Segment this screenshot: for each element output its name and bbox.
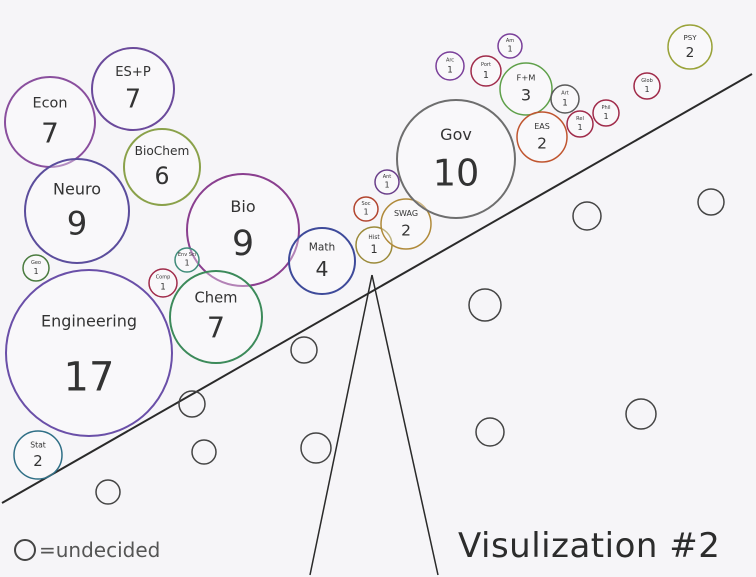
major-bubble-f-m: F+M 3 — [499, 62, 553, 116]
major-label: Engineering — [41, 311, 137, 330]
major-bubble-arc: Arc1 — [435, 51, 465, 81]
major-count: 10 — [433, 152, 480, 195]
major-label: EAS — [534, 122, 550, 131]
major-label: Geo — [31, 260, 41, 266]
major-bubble-stat: Stat 2 — [13, 430, 63, 480]
undecided-circle — [300, 432, 332, 464]
major-count: 2 — [686, 45, 695, 61]
major-label: Chem — [195, 289, 238, 306]
fulcrum-right — [371, 274, 439, 576]
major-label: Comp — [156, 275, 171, 281]
major-count: 1 — [33, 267, 38, 276]
major-label: Soc — [362, 201, 371, 207]
major-bubble-glob: Glob1 — [633, 72, 661, 100]
major-count: 1 — [384, 180, 389, 189]
undecided-circle — [625, 398, 657, 430]
undecided-circle — [191, 439, 217, 465]
major-label: F+M — [517, 73, 536, 83]
major-bubble-math: Math 4 — [288, 227, 356, 295]
major-count: 2 — [537, 134, 547, 152]
major-label: Port — [481, 62, 491, 68]
major-count: 1 — [507, 44, 512, 53]
major-label: Neuro — [53, 179, 101, 198]
major-bubble-es-p: ES+P 7 — [91, 47, 175, 131]
major-bubble-econ: Econ 7 — [4, 76, 96, 168]
major-count: 6 — [155, 162, 170, 190]
major-bubble-psy: PSY 2 — [667, 24, 713, 70]
major-label: Env Sci — [178, 252, 196, 258]
major-bubble-bio: Bio 9 — [186, 173, 300, 287]
major-count: 2 — [401, 221, 411, 239]
major-circle — [5, 269, 173, 437]
diagram-canvas: Econ 7 ES+P 7 BioChem 6 Neuro 9 Bio 9 Geo 1 Engineer… — [0, 0, 756, 577]
major-bubble-neuro: Neuro 9 — [24, 158, 130, 264]
major-label: Bio — [230, 197, 255, 216]
major-bubble-biochem: BioChem 6 — [123, 128, 201, 206]
major-count: 1 — [603, 112, 608, 121]
major-label: Math — [309, 241, 335, 253]
major-count: 1 — [370, 243, 377, 256]
major-label: BioChem — [135, 144, 190, 158]
major-bubble-env-sci: Env Sci1 — [174, 247, 200, 273]
major-label: Arc — [446, 58, 454, 64]
major-bubble-eas: EAS 2 — [516, 111, 568, 163]
major-count: 1 — [644, 85, 649, 94]
seesaw-diagram: Econ7ES+P7BioChem6Neuro9 Bio9Geo1Engineer… — [1, 24, 753, 576]
major-count: 4 — [315, 257, 328, 281]
major-label: Glob — [641, 78, 653, 84]
undecided-circle — [697, 188, 725, 216]
major-count: 1 — [577, 123, 582, 132]
major-count: 1 — [483, 70, 489, 81]
major-count: 9 — [232, 224, 254, 264]
major-label: Stat — [30, 440, 46, 449]
major-count: 1 — [160, 282, 166, 292]
undecided-circle — [475, 417, 505, 447]
major-count: 1 — [562, 98, 568, 108]
major-label: Gov — [440, 125, 472, 144]
major-count: 7 — [207, 312, 225, 345]
major-bubble-port: Port 1 — [470, 55, 502, 87]
major-count: 17 — [64, 354, 115, 400]
major-label: Art — [561, 91, 568, 97]
undecided-legend-icon — [14, 539, 36, 561]
major-bubble-phil: Phil1 — [592, 99, 620, 127]
major-count: 7 — [125, 83, 141, 113]
undecided-circle — [290, 336, 318, 364]
major-bubble-rel: Rel1 — [566, 110, 594, 138]
major-bubble-ant: Ant1 — [374, 169, 400, 195]
major-bubble-soc: Soc1 — [353, 196, 379, 222]
major-bubble-chem: Chem 7 — [169, 270, 263, 364]
major-label: SWAG — [394, 209, 418, 218]
major-label: Econ — [33, 96, 68, 112]
major-bubble-art: Art1 — [550, 84, 580, 114]
undecided-circle — [468, 288, 502, 322]
major-count: 3 — [521, 86, 531, 105]
major-label: PSY — [684, 33, 698, 42]
major-count: 1 — [447, 65, 453, 75]
fulcrum-left — [309, 274, 373, 576]
major-count: 1 — [363, 207, 368, 216]
major-count: 2 — [33, 452, 42, 470]
major-label: ES+P — [115, 65, 151, 80]
major-label: Hist — [368, 235, 380, 241]
legend-label: =undecided — [39, 538, 161, 562]
major-count: 7 — [41, 116, 59, 149]
major-count: 1 — [184, 258, 189, 267]
major-bubble-gov: Gov 10 — [396, 99, 516, 219]
major-bubble-geo: Geo1 — [22, 254, 50, 282]
major-count: 9 — [67, 204, 88, 242]
major-bubble-am: Am1 — [497, 33, 523, 59]
major-bubble-comp: Comp1 — [148, 268, 178, 298]
major-bubble-engineering: Engineering 17 — [5, 269, 173, 437]
legend: =undecided — [14, 538, 160, 562]
major-label: Am — [506, 38, 514, 44]
major-label: Phil — [602, 105, 611, 111]
major-label: Rel — [576, 116, 584, 122]
diagram-title: Visulization #2 — [458, 526, 721, 566]
major-label: Ant — [383, 174, 392, 180]
undecided-circle — [572, 201, 602, 231]
undecided-circle — [95, 479, 121, 505]
